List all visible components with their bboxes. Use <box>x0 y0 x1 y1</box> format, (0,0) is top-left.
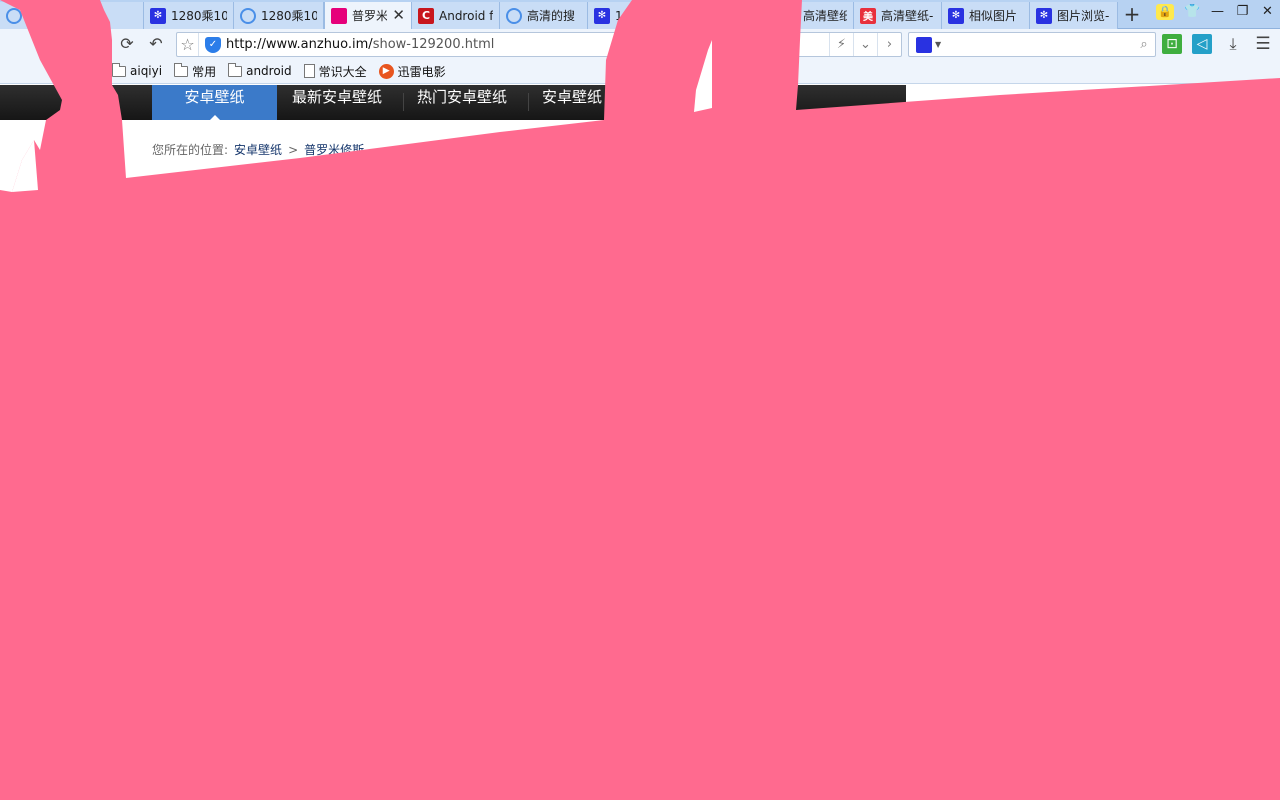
tab-2[interactable]: ✻ 1280乘10 <box>144 2 234 29</box>
bookmark-changyong[interactable]: 常用 <box>174 62 217 80</box>
shield-icon: ✓ <box>205 36 221 53</box>
tab-label: 1280乘10 <box>261 9 317 23</box>
forward-icon[interactable]: › <box>877 33 901 56</box>
new-tab-button[interactable]: + <box>1120 3 1144 27</box>
breadcrumb: 您所在的位置: 安卓壁纸 > 普罗米修斯 <box>152 141 364 158</box>
baidu-paw-icon: ✻ <box>150 7 166 24</box>
close-icon[interactable]: ✕ <box>392 8 405 23</box>
caret-down-icon[interactable]: ▼ <box>935 40 941 49</box>
breadcrumb-prefix: 您所在的位置: <box>152 143 229 157</box>
browser-window: 123_ ✻ 1280乘10 1280乘10 普罗米 ✕ C Android f… <box>0 0 1280 800</box>
skin-icon[interactable]: 👕 <box>1180 1 1205 23</box>
xunlei-icon: ▶ <box>378 63 394 79</box>
crop-icon[interactable]: ⊡ <box>1162 34 1182 54</box>
bookmark-label: aiqiyi <box>130 64 163 78</box>
restore-button[interactable]: ❐ <box>1230 1 1255 23</box>
ring-icon <box>240 7 256 24</box>
window-controls: 🔒 👕 — ❐ ✕ <box>1156 0 1280 24</box>
tab-3[interactable]: 1280乘10 <box>234 2 324 29</box>
nav-separator <box>403 93 404 111</box>
undo-icon[interactable]: ↶ <box>145 33 167 55</box>
bookmarks-bar: aiqiyi 常用 android 常识大全 ▶ 迅雷电影 <box>0 59 1280 84</box>
search-icon[interactable]: ⌕ <box>1133 37 1155 52</box>
tab-label: 1: <box>615 8 627 23</box>
bookmark-changshi[interactable]: 常识大全 <box>303 63 367 80</box>
nav-item-home[interactable]: 安卓壁纸 <box>152 85 277 120</box>
bookmark-aiqiyi[interactable]: aiqiyi <box>112 62 163 78</box>
tab-10[interactable]: ✻ 相似图片 <box>942 2 1030 29</box>
tab-11[interactable]: ✻ 图片浏览- <box>1030 2 1118 29</box>
tab-label: 1280乘10 <box>171 9 227 23</box>
folder-icon <box>112 62 126 77</box>
tab-1[interactable]: 123_ <box>0 2 144 29</box>
bookmark-label: 常识大全 <box>318 64 367 79</box>
baidu-paw-icon: ✻ <box>594 7 610 24</box>
tab-8[interactable]: ✻ 高清壁纸- <box>776 2 854 29</box>
bookmark-label: 迅雷电影 <box>397 64 446 79</box>
baidu-paw-icon: ✻ <box>948 7 964 24</box>
tab-label: 高清壁纸- <box>803 9 847 23</box>
star-icon[interactable]: ☆ <box>177 33 199 56</box>
pink-square-icon <box>331 7 347 24</box>
tab-7[interactable]: ✻ 1: <box>588 2 776 29</box>
nav-item-hot[interactable]: 热门安卓壁纸 <box>417 85 507 120</box>
pink-scribble-shape <box>12 140 38 192</box>
search-engine-icon[interactable] <box>916 36 932 53</box>
tab-label: 普罗米 <box>352 9 388 23</box>
download-icon[interactable]: ⤓ <box>1222 33 1244 55</box>
url-path: show-129200.html <box>372 37 495 52</box>
bookmark-label: android <box>246 64 292 78</box>
url-text[interactable]: http://www.anzhuo.im/show-129200.html <box>226 37 829 52</box>
search-box: ▼ ⌕ <box>908 32 1156 57</box>
search-input[interactable] <box>947 34 1133 55</box>
tab-label: 123_ <box>27 8 56 23</box>
folder-icon <box>228 62 243 77</box>
tab-label: 高清的搜 <box>527 9 576 23</box>
c-logo-icon: C <box>418 7 434 24</box>
lightning-icon[interactable]: ⚡ <box>829 33 853 56</box>
mei-icon: 美 <box>860 7 876 24</box>
baidu-paw-icon: ✻ <box>1036 7 1052 24</box>
refresh-icon[interactable]: ⟳ <box>116 33 138 55</box>
tab-5[interactable]: C Android fil <box>412 2 500 29</box>
chevron-right-icon: > <box>288 142 299 157</box>
tab-active[interactable]: 普罗米 ✕ <box>324 2 412 29</box>
tab-6[interactable]: 高清的搜 <box>500 2 588 29</box>
site-nav: 安卓壁纸 最新安卓壁纸 热门安卓壁纸 安卓壁纸 <box>0 85 906 120</box>
tab-9[interactable]: 美 高清壁纸- <box>854 2 942 29</box>
nav-separator <box>528 93 529 111</box>
menu-icon[interactable]: ☰ <box>1252 33 1274 55</box>
bookmark-label: 常用 <box>192 64 217 79</box>
close-window-button[interactable]: ✕ <box>1255 1 1280 23</box>
url-host: http://www.anzhuo.im/ <box>226 37 373 52</box>
tab-label: 相似图片 <box>969 9 1018 23</box>
page-icon <box>303 64 315 78</box>
address-tools: ⚡ ⌄ › <box>829 33 901 56</box>
ring-icon <box>506 7 522 24</box>
lock-icon[interactable]: 🔒 <box>1156 4 1174 20</box>
pink-scribble-shape <box>0 0 1280 800</box>
baidu-paw-icon: ✻ <box>782 7 798 24</box>
bookmark-xunlei[interactable]: ▶ 迅雷电影 <box>378 63 446 80</box>
bookmark-android[interactable]: android <box>228 62 292 78</box>
pink-scribble-overlay <box>0 0 1280 800</box>
tab-label: Android fil <box>439 8 493 23</box>
nav-item-wallpaper[interactable]: 安卓壁纸 <box>542 85 602 120</box>
speaker-icon[interactable]: ◁ <box>1192 34 1212 54</box>
nav-item-latest[interactable]: 最新安卓壁纸 <box>292 85 382 120</box>
address-bar[interactable]: ☆ ✓ http://www.anzhuo.im/show-129200.htm… <box>176 32 902 57</box>
tab-label: 图片浏览- <box>1057 9 1110 23</box>
minimize-button[interactable]: — <box>1205 1 1230 23</box>
tab-label: 高清壁纸- <box>881 9 934 23</box>
tab-strip: 123_ ✻ 1280乘10 1280乘10 普罗米 ✕ C Android f… <box>0 0 1280 29</box>
breadcrumb-current-link[interactable]: 普罗米修斯 <box>304 141 364 158</box>
navigation-toolbar: ⟳ ↶ ☆ ✓ http://www.anzhuo.im/show-129200… <box>0 29 1280 59</box>
folder-icon <box>174 62 189 77</box>
ring-icon <box>6 7 22 24</box>
breadcrumb-home-link[interactable]: 安卓壁纸 <box>234 141 282 158</box>
chevron-down-icon[interactable]: ⌄ <box>853 33 877 56</box>
